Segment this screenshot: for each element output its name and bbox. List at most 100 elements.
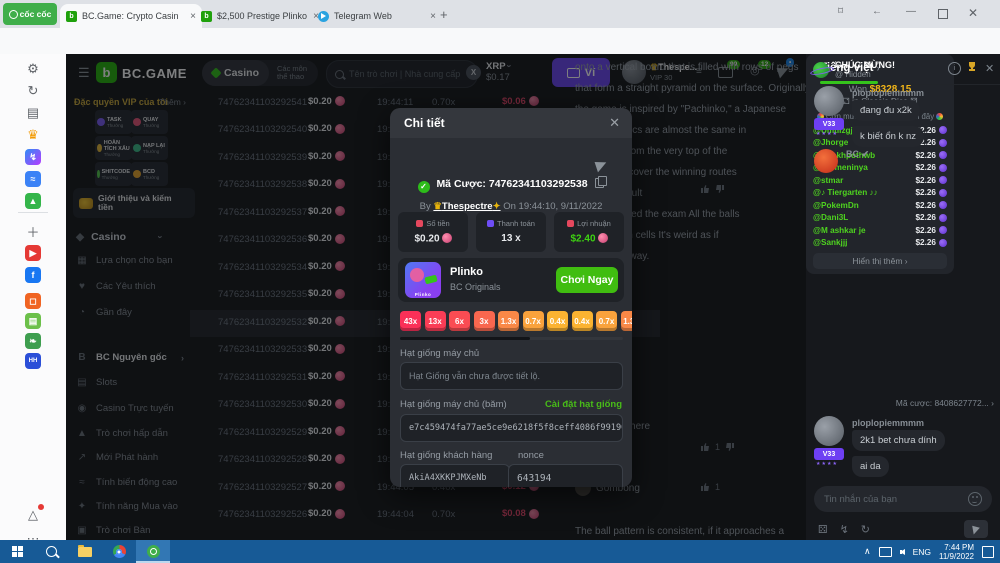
share-icon[interactable] (596, 160, 607, 171)
bcd-coin-icon (939, 176, 947, 184)
notes-app-icon[interactable]: ▤ (24, 312, 42, 330)
history-icon[interactable]: ↻ (24, 82, 42, 100)
server-seed-field[interactable]: Hạt Giống vẫn chưa được tiết lộ. (400, 362, 623, 390)
browser-tab[interactable]: bBC.Game: Crypto Casino Gam× (60, 4, 202, 28)
vip-level-badge: V33 (814, 118, 844, 130)
new-tab-button[interactable]: + (440, 7, 448, 22)
tab-close-icon[interactable]: × (430, 11, 436, 22)
bcd-coin-icon (939, 189, 947, 197)
close-window-button[interactable]: ✕ (968, 6, 978, 20)
file-explorer-icon[interactable] (68, 540, 102, 563)
leaf-app-icon[interactable]: ❧ (24, 332, 42, 350)
rain-username[interactable]: @Dani3L (813, 213, 916, 222)
facebook-icon[interactable]: f (24, 266, 42, 284)
rain-row: @stmar$2.26 (813, 174, 947, 187)
client-seed-field[interactable]: AkiA4XKKPJMXeNb (400, 464, 510, 487)
bet-byline: By ♛Thespectre✦ On 19:44:10, 9/11/2022 (390, 201, 632, 212)
multiplier-chip[interactable]: 3x (474, 311, 495, 331)
vip-stars: ★★★★ (816, 461, 838, 467)
bcd-coin-icon (939, 201, 947, 209)
clock[interactable]: 7:44 PM11/9/2022 (939, 543, 974, 561)
bet-user-link[interactable]: Thespectre (442, 201, 493, 212)
dice-icon[interactable]: ⚄ (818, 523, 828, 536)
tab-title: $2,500 Prestige Plinko Challe (217, 11, 308, 21)
stocks-app-icon[interactable]: HH (24, 352, 42, 370)
chat-info-icon[interactable]: i (948, 62, 961, 75)
bcd-coin-icon (939, 151, 947, 159)
settings-icon[interactable]: ⚙ (24, 60, 42, 78)
bell-icon[interactable]: △ (24, 506, 42, 524)
trophy-icon[interactable] (966, 61, 978, 76)
modal-title: Chi tiết (404, 116, 445, 130)
chat-message-input[interactable]: Tin nhắn của bạn (814, 486, 992, 512)
refresh-icon[interactable]: ↻ (861, 523, 870, 536)
rules-icon[interactable]: ↯ (840, 523, 849, 536)
multiplier-chip[interactable]: 1.3x (498, 311, 519, 331)
multiplier-chip[interactable]: 13x (425, 311, 446, 331)
copy-icon[interactable] (595, 178, 604, 188)
notification-center-icon[interactable] (982, 546, 994, 558)
browser-tab[interactable]: b$2,500 Prestige Plinko Challe× (195, 4, 325, 28)
emoji-icon[interactable] (968, 492, 982, 506)
multiplier-chip[interactable]: 43x (400, 311, 421, 331)
multiplier-chip[interactable]: 0.7x (596, 311, 617, 331)
coccoc-menu-button[interactable]: cốc cốc (3, 3, 57, 25)
shop-app-icon[interactable]: ◻ (24, 292, 42, 310)
server-seed-hash-field[interactable]: e7c459474fa77ae5ce9e6218f5f8ceff4086f991… (400, 414, 623, 442)
nonce-label: nonce (518, 450, 544, 461)
tray-expand-icon[interactable]: ∧ (864, 546, 871, 557)
set-seed-link[interactable]: Cài đặt hạt giống (545, 399, 622, 410)
youtube-icon[interactable]: ▶ (24, 244, 42, 262)
browser-toolbar: ← → ↻ bc.game/vi/game/plinko ↧A↗☆⛊↓✚⚇↓ (0, 28, 1000, 55)
chrome-icon[interactable] (102, 540, 136, 563)
language-indicator[interactable]: ENG (913, 547, 931, 557)
chart-icon[interactable]: ≈ (24, 170, 42, 188)
start-button[interactable] (0, 540, 34, 563)
plinko-thumbnail[interactable]: Plinko (405, 262, 441, 298)
multiplier-chip[interactable]: 0.4x (547, 311, 568, 331)
close-icon[interactable]: ✕ (609, 115, 620, 131)
window-back-icon[interactable]: ← (872, 6, 882, 17)
coccoc-taskbar-icon[interactable] (136, 540, 170, 563)
multiplier-chip[interactable]: 6x (449, 311, 470, 331)
play-now-button[interactable]: Chơi Ngay (556, 267, 618, 293)
bet-reference-link[interactable]: Mã cược: 8408627772... › (846, 398, 994, 408)
multiplier-chip[interactable]: 0.7x (523, 311, 544, 331)
messenger-icon[interactable]: ↯ (24, 148, 42, 166)
nonce-field[interactable]: 643194 (508, 464, 623, 487)
add-icon[interactable]: ＋ (24, 222, 42, 240)
chat-close-icon[interactable]: ✕ (985, 62, 994, 75)
minimize-button[interactable]: — (906, 6, 916, 17)
network-icon[interactable] (879, 547, 892, 557)
rain-username[interactable]: @Sankjjj (813, 238, 916, 247)
rain-row: @♪ Tiergarten ♪♪$2.26 (813, 187, 947, 200)
reading-list-icon[interactable]: ▤ (24, 104, 42, 122)
send-button[interactable] (964, 520, 988, 538)
volume-icon[interactable] (900, 549, 905, 555)
chat-bubble: k biết ổn k nz (852, 126, 924, 147)
taskbar-search-icon[interactable] (34, 540, 68, 563)
windows-taskbar: ∧ ENG 7:44 PM11/9/2022 (0, 540, 1000, 563)
rain-username[interactable]: @stmar (813, 176, 916, 185)
rain-username[interactable]: @♪ Tiergarten ♪♪ (813, 188, 916, 197)
rain-username[interactable]: @PokemDn (813, 201, 916, 210)
rain-username[interactable]: @M ashkar je (813, 226, 916, 235)
vip-crown-icon[interactable]: ♛ (24, 126, 42, 144)
browser-tab[interactable]: Telegram Web× (312, 4, 442, 28)
bcd-coin-icon (939, 214, 947, 222)
games-icon[interactable]: ▲ (24, 192, 42, 210)
show-more-button[interactable]: Hiển thị thêm › (813, 253, 947, 269)
chat-avatar[interactable] (814, 416, 844, 446)
game-provider: BC Originals (450, 282, 501, 292)
coin-icon (598, 233, 608, 243)
maximize-button[interactable] (938, 9, 948, 19)
stat-box-2: Lợi nhuận$2.40 (554, 212, 624, 252)
vip-stars: ★★★★ (816, 131, 838, 137)
rain-amount: $2.26 (916, 176, 937, 185)
chat-avatar[interactable] (814, 86, 844, 116)
multiplier-chip[interactable]: 1.3x (621, 311, 633, 331)
multiplier-chip[interactable]: 0.4x (572, 311, 593, 331)
planet-icon (813, 62, 829, 78)
tab-search-icon[interactable]: ⌑ (838, 6, 843, 17)
stat-box-0: Số tiền$0.20 (398, 212, 468, 252)
